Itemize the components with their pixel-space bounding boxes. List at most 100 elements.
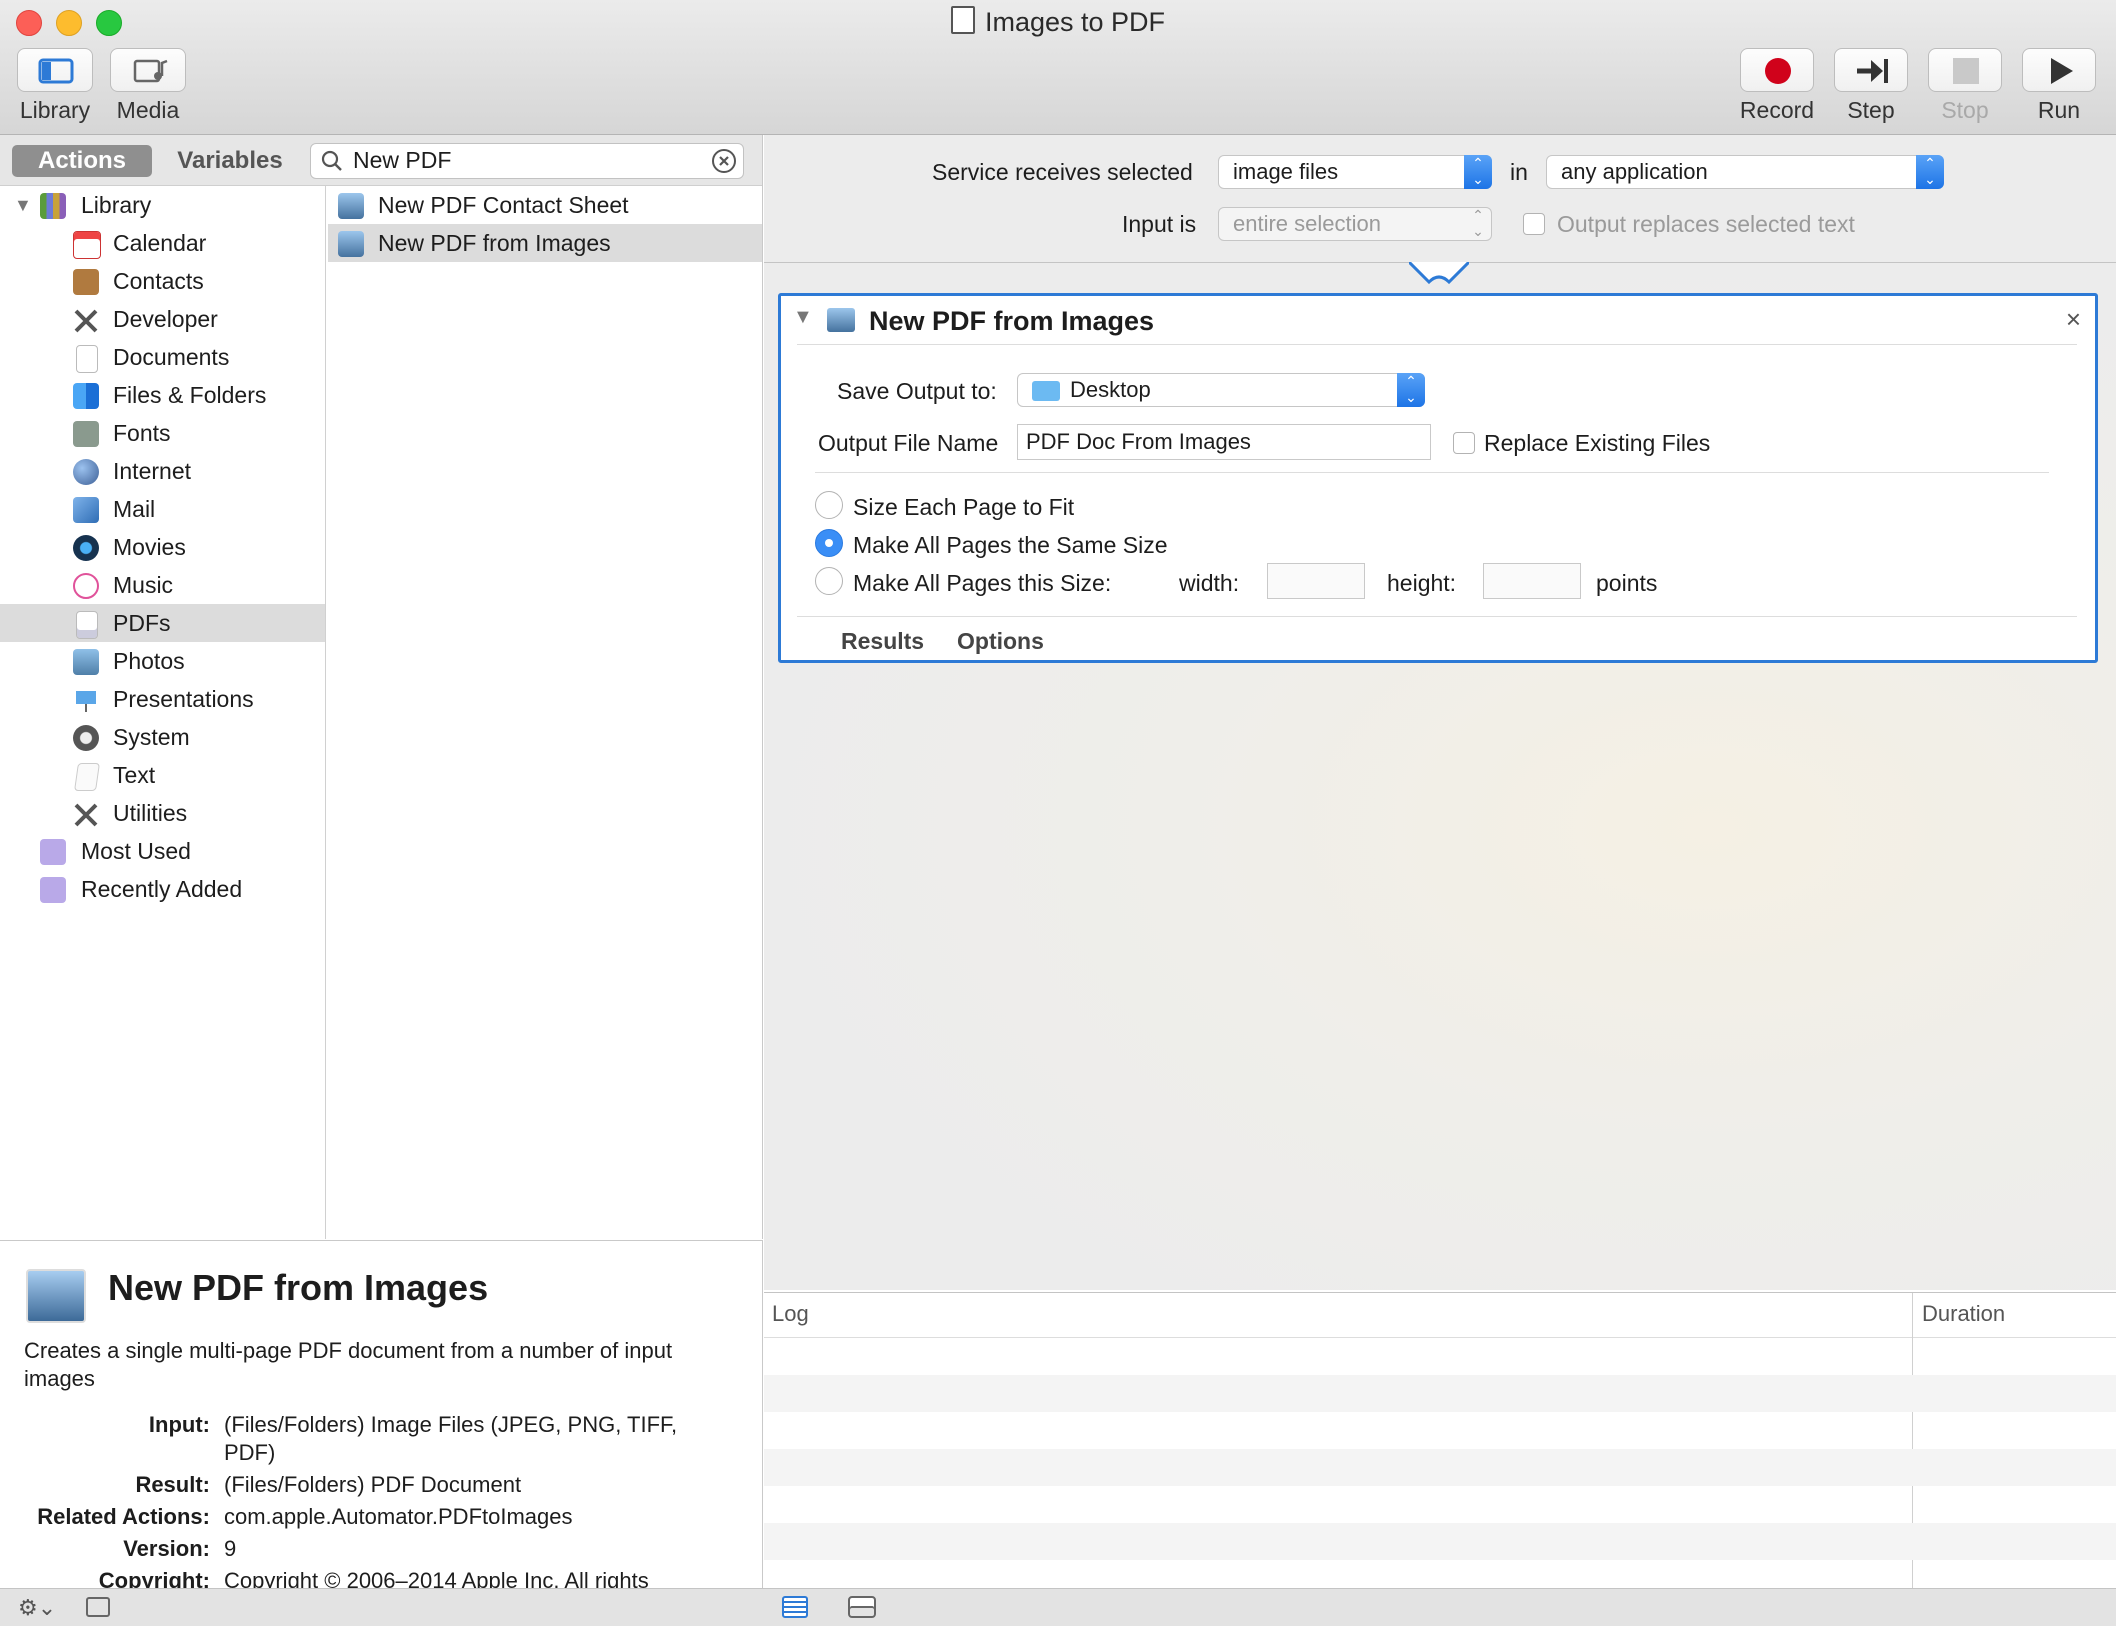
action-title: New PDF from Images [869,306,1155,336]
search-field[interactable]: New PDF [310,143,744,179]
sidebar-item-label: Internet [113,458,191,484]
pdf-images-icon [827,308,855,332]
step-icon [1857,59,1888,83]
input-is-popup[interactable]: entire selection ⌃ ⌄ [1218,207,1492,241]
sidebar-item-calendar[interactable]: Calendar [0,224,325,262]
finder-icon [73,383,99,409]
stop-label: Stop [1941,97,1989,123]
sidebar-item-text[interactable]: Text [0,756,325,794]
sidebar-item-utilities[interactable]: Utilities [0,794,325,832]
output-replaces-checkbox[interactable] [1523,213,1545,235]
height-field[interactable] [1483,563,1581,599]
this-size-radio[interactable] [815,567,843,595]
sidebar-item-fonts[interactable]: Fonts [0,414,325,452]
application-popup[interactable]: any application ⌃ ⌄ [1546,155,1944,189]
mail-icon [73,497,99,523]
output-file-name-label: Output File Name [818,430,999,456]
search-input[interactable]: New PDF [353,147,451,174]
close-action-icon[interactable]: × [2066,304,2081,335]
sidebar-item-label: Mail [113,496,156,522]
sidebar-item-movies[interactable]: Movies [0,528,325,566]
result-key: Result: [135,1472,210,1497]
service-header: Service receives selected image files ⌃ ⌄ … [764,135,2116,263]
output-file-name-field[interactable]: PDF Doc From Images [1017,424,1431,460]
pdf-images-icon [338,231,364,257]
sidebar-item-developer[interactable]: Developer [0,300,325,338]
divider [815,472,2049,473]
save-location-value: Desktop [1070,377,1151,402]
automator-window: Images to PDF Library Media Record Step … [0,0,2116,1626]
action-item-selected[interactable]: New PDF from Images [328,224,762,262]
sidebar-item-mail[interactable]: Mail [0,490,325,528]
sidebar-item-label: Documents [113,344,230,370]
workflow-canvas[interactable]: ▼ New PDF from Images × Save Output to: … [764,262,2116,1290]
system-gear-icon [73,725,99,751]
sidebar-item-system[interactable]: System [0,718,325,756]
sidebar-item-presentations[interactable]: Presentations [0,680,325,718]
gear-menu-icon[interactable]: ⚙⌄ [18,1595,56,1621]
result-value: (Files/Folders) PDF Document [224,1472,522,1497]
library-root-label: Library [81,192,152,218]
sidebar-item-contacts[interactable]: Contacts [0,262,325,300]
description-summary: Creates a single multi-page PDF document… [24,1338,673,1391]
description-toggle-icon[interactable] [86,1597,110,1617]
input-type-popup[interactable]: image files ⌃ ⌄ [1218,155,1492,189]
disclosure-triangle-icon[interactable]: ▼ [14,186,32,224]
log-column-header[interactable]: Log [772,1301,809,1327]
input-row: Input: (Files/Folders) Image Files (JPEG,… [0,1411,762,1471]
related-value: com.apple.Automator.PDFtoImages [224,1504,573,1529]
input-value: (Files/Folders) Image Files (JPEG, PNG, … [224,1412,678,1465]
media-icon [133,59,168,83]
sidebar-item-files-folders[interactable]: Files & Folders [0,376,325,414]
save-location-popup[interactable]: Desktop ⌃ ⌄ [1017,373,1425,407]
run-button[interactable] [2022,48,2096,92]
results-tab[interactable]: Results [841,628,924,655]
related-key: Related Actions: [37,1504,210,1529]
tab-actions[interactable]: Actions [12,145,152,177]
sidebar-item-photos[interactable]: Photos [0,642,325,680]
sidebar-item-documents[interactable]: Documents [0,338,325,376]
collapse-triangle-icon[interactable]: ▼ [793,306,813,329]
run-label: Run [2037,97,2081,123]
sidebar-icon [38,58,74,84]
width-field[interactable] [1267,563,1365,599]
record-button[interactable] [1740,48,1814,92]
media-label: Media [116,97,180,123]
version-key: Version: [123,1536,210,1561]
same-size-radio[interactable] [815,529,843,557]
log-row [764,1523,2116,1560]
search-icon [321,150,342,171]
smart-group-most-used[interactable]: Most Used [0,832,325,870]
log-view-icon[interactable] [782,1596,808,1618]
action-item[interactable]: New PDF Contact Sheet [328,186,762,225]
step-button[interactable] [1834,48,1908,92]
size-each-page-radio[interactable] [815,491,843,519]
library-root[interactable]: ▼ Library [0,186,325,224]
media-button[interactable] [110,48,186,92]
sidebar-item-label: Developer [113,306,218,332]
width-label: width: [1179,570,1240,596]
sidebar-item-label: System [113,724,190,750]
smart-group-recently-added[interactable]: Recently Added [0,870,325,908]
version-value: 9 [224,1536,237,1561]
library-toggle-button[interactable] [17,48,93,92]
sidebar-item-music[interactable]: Music [0,566,325,604]
popup-arrows-icon: ⌃ ⌄ [1397,373,1425,407]
smart-group-label: Recently Added [81,876,243,902]
clear-search-icon[interactable] [711,148,737,174]
stop-button[interactable] [1928,48,2002,92]
replace-existing-checkbox[interactable] [1453,432,1475,454]
sidebar-item-pdfs[interactable]: PDFs [0,604,325,642]
description-title: New PDF from Images [108,1267,489,1308]
action-description: New PDF from Images Creates a single mul… [0,1240,763,1589]
input-is-value: entire selection [1233,211,1381,236]
input-key: Input: [148,1412,210,1437]
variables-view-icon[interactable] [848,1596,876,1618]
duration-column-header[interactable]: Duration [1922,1301,2005,1327]
options-tab[interactable]: Options [957,628,1044,655]
save-output-label: Save Output to: [837,378,997,404]
tab-variables[interactable]: Variables [160,145,300,177]
sidebar-item-internet[interactable]: Internet [0,452,325,490]
library-tab-bar: Actions Variables New PDF [0,135,762,186]
sidebar-item-label: Files & Folders [113,382,267,408]
